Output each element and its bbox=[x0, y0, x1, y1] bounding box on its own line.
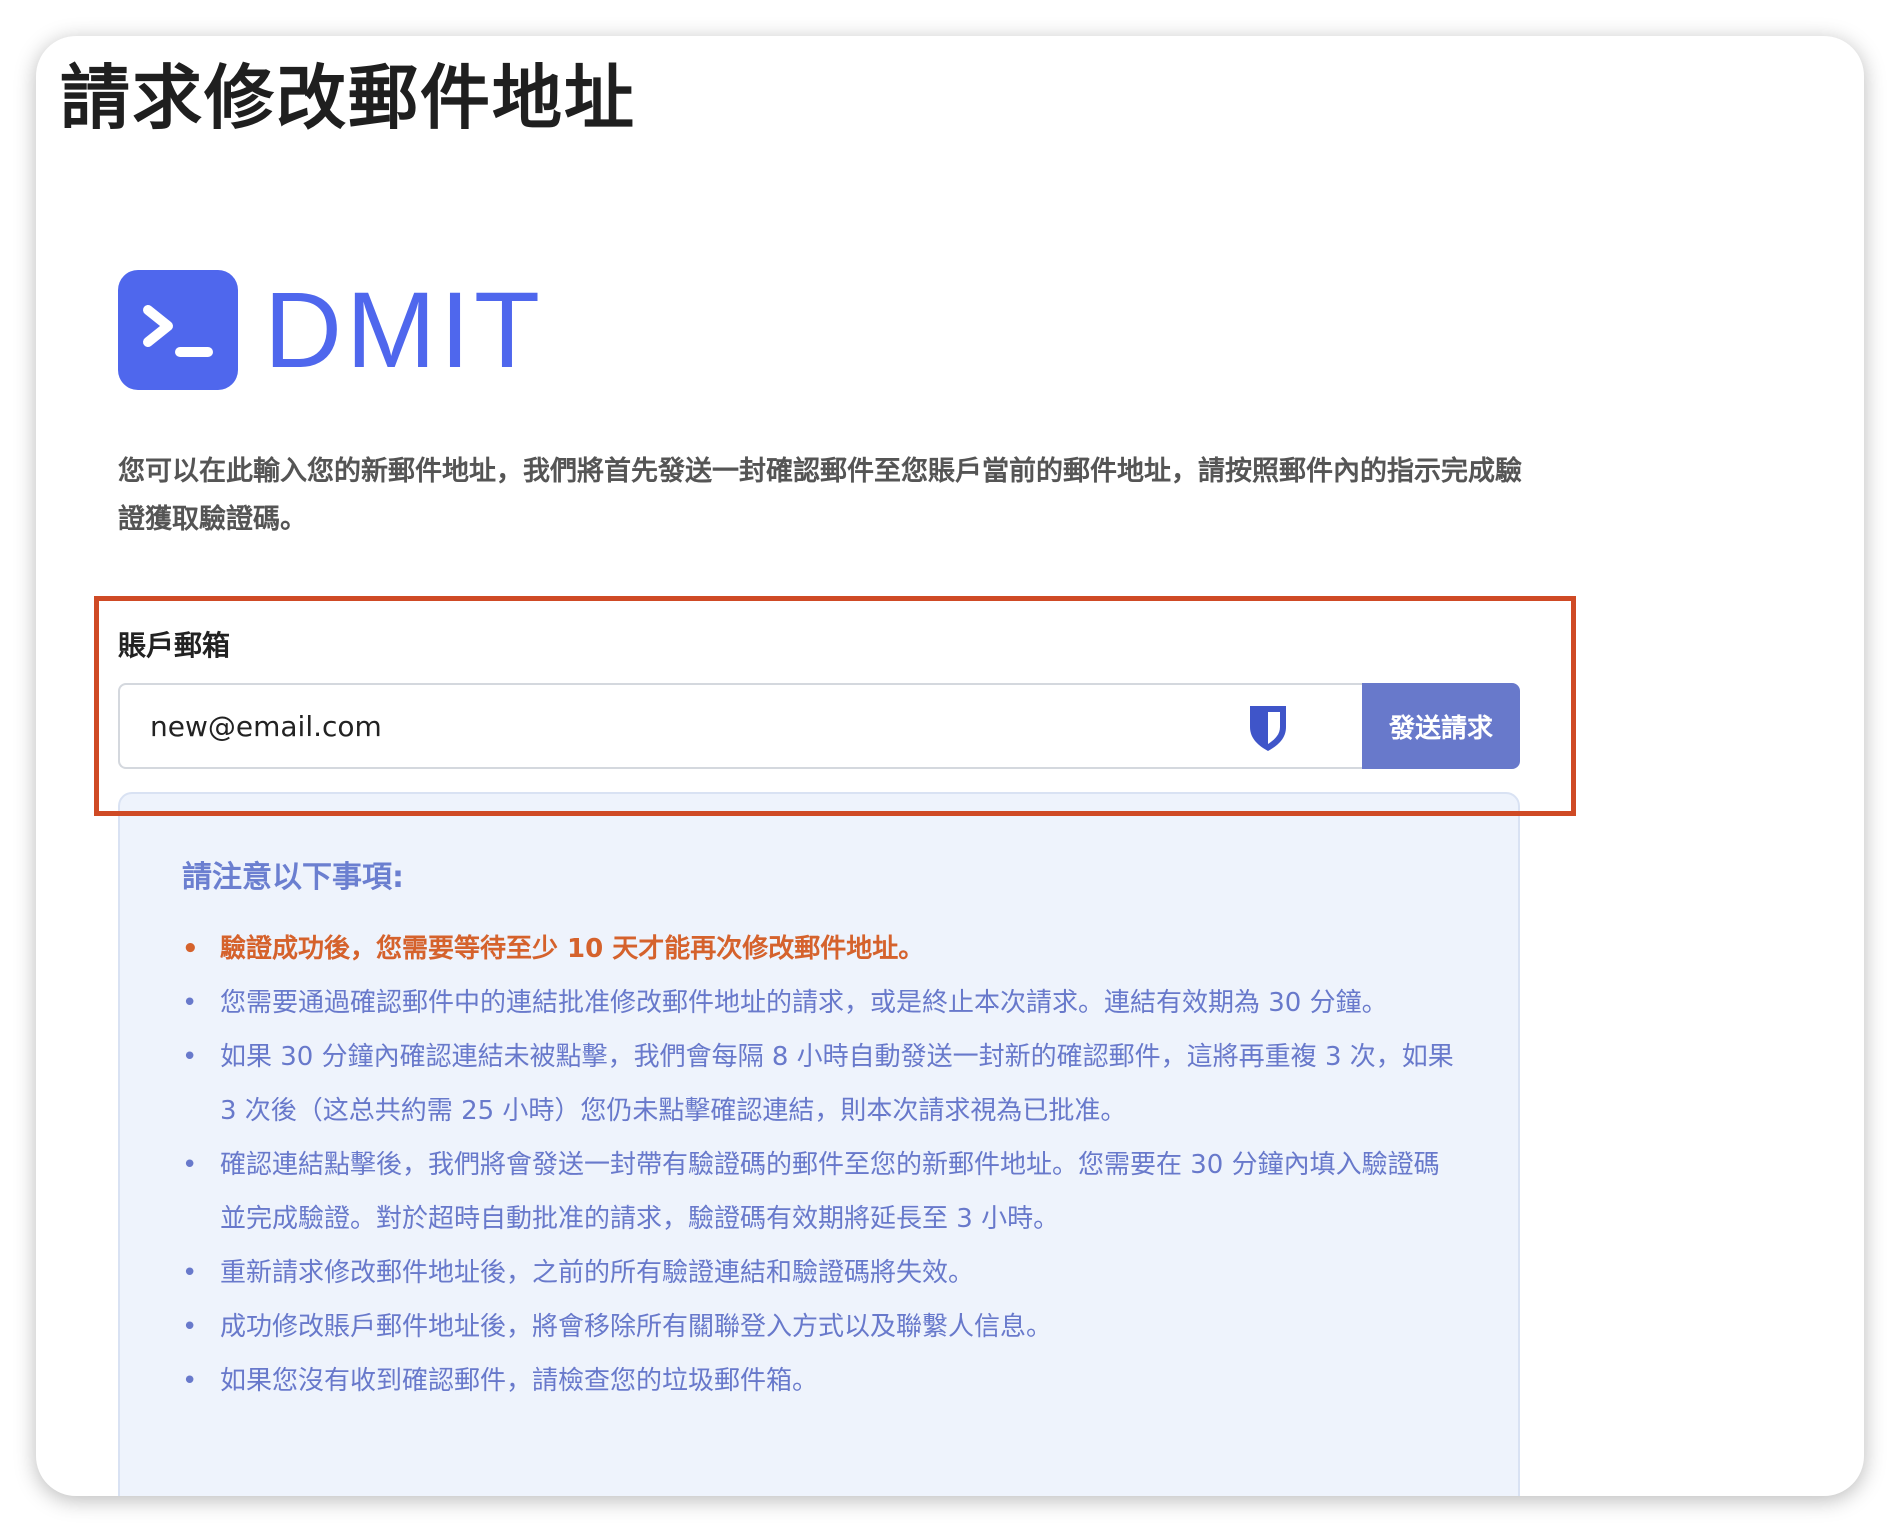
notice-item-warning: 驗證成功後，您需要等待至少 10 天才能再次修改郵件地址。 bbox=[182, 922, 1458, 976]
email-input-group: 發送請求 bbox=[118, 683, 1520, 769]
notice-panel: 請注意以下事項: 驗證成功後，您需要等待至少 10 天才能再次修改郵件地址。 您… bbox=[118, 792, 1520, 1496]
page-title: 請求修改郵件地址 bbox=[60, 57, 636, 139]
notice-title: 請注意以下事項: bbox=[182, 860, 404, 895]
notice-list: 驗證成功後，您需要等待至少 10 天才能再次修改郵件地址。 您需要通過確認郵件中… bbox=[182, 922, 1458, 1408]
page-card: 請求修改郵件地址 DMIT 您可以在此輸入您的新郵件地址，我們將首先發送一封確認… bbox=[36, 36, 1864, 1496]
notice-item: 您需要通過確認郵件中的連結批准修改郵件地址的請求，或是終止本次請求。連結有效期為… bbox=[182, 976, 1458, 1030]
terminal-prompt-icon bbox=[118, 270, 238, 390]
brand-name: DMIT bbox=[264, 269, 544, 390]
email-input[interactable] bbox=[118, 683, 1362, 769]
send-request-button[interactable]: 發送請求 bbox=[1362, 683, 1520, 769]
notice-item: 成功修改賬戶郵件地址後，將會移除所有關聯登入方式以及聯繫人信息。 bbox=[182, 1300, 1458, 1354]
notice-item: 如果 30 分鐘內確認連結未被點擊，我們會每隔 8 小時自動發送一封新的確認郵件… bbox=[182, 1030, 1458, 1138]
email-field-label: 賬戶郵箱 bbox=[118, 629, 231, 662]
shield-icon[interactable] bbox=[1246, 703, 1290, 757]
notice-item: 確認連結點擊後，我們將會發送一封帶有驗證碼的郵件至您的新郵件地址。您需要在 30… bbox=[182, 1138, 1458, 1246]
intro-text: 您可以在此輸入您的新郵件地址，我們將首先發送一封確認郵件至您賬戶當前的郵件地址，… bbox=[118, 456, 1522, 535]
brand-logo: DMIT bbox=[118, 270, 544, 390]
notice-item: 如果您沒有收到確認郵件，請檢查您的垃圾郵件箱。 bbox=[182, 1354, 1458, 1408]
notice-item: 重新請求修改郵件地址後，之前的所有驗證連結和驗證碼將失效。 bbox=[182, 1246, 1458, 1300]
